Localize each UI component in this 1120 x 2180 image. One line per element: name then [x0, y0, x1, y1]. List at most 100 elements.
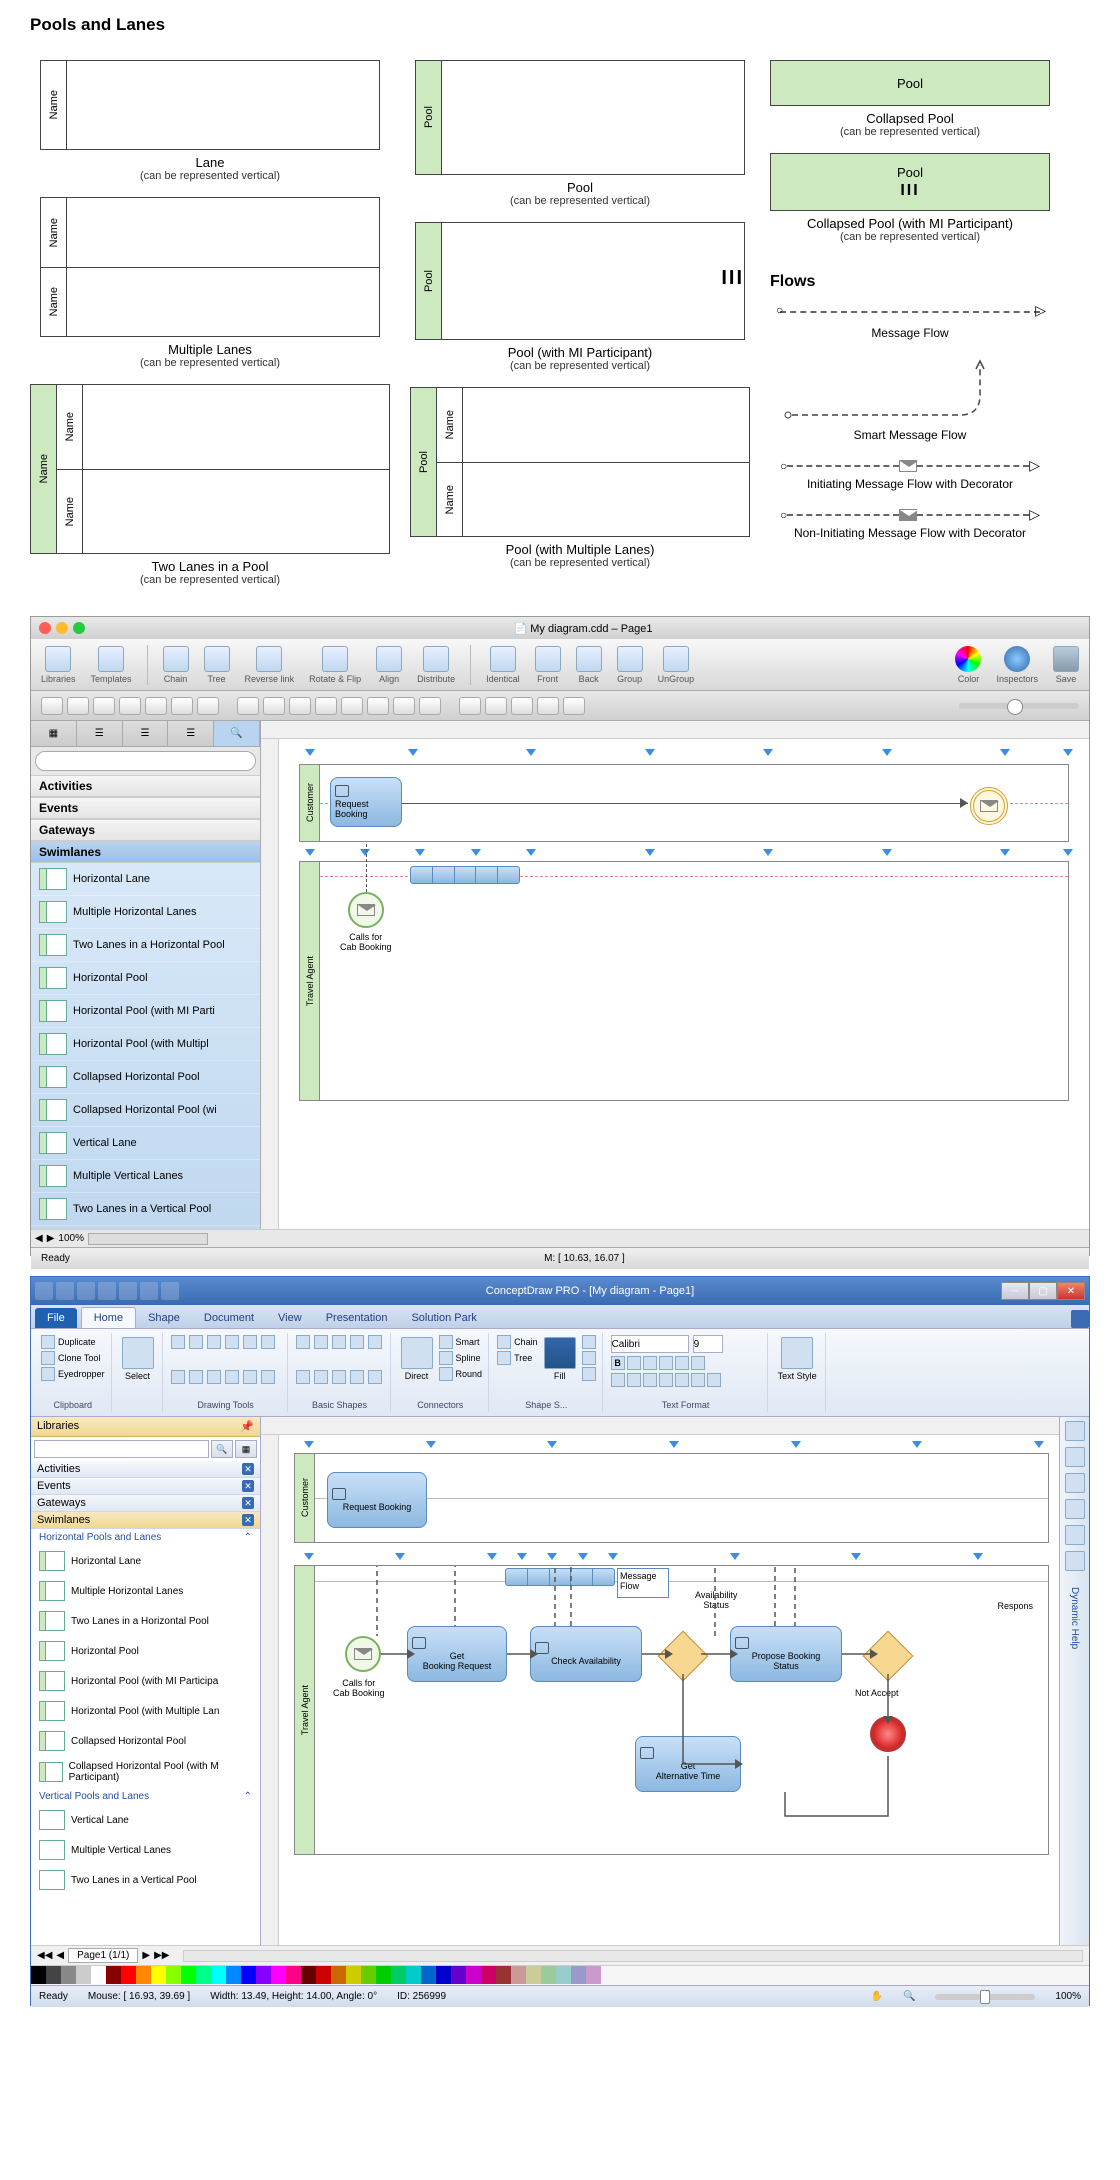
- sidebar-tab[interactable]: ☰: [168, 721, 214, 746]
- mac-canvas[interactable]: Customer Request Booking: [261, 721, 1089, 1229]
- color-swatch[interactable]: [286, 1966, 301, 1984]
- category-activities[interactable]: Activities✕: [31, 1461, 260, 1478]
- subcat-horizontal[interactable]: Horizontal Pools and Lanes⌃: [31, 1529, 260, 1546]
- rightbar-icon[interactable]: [1065, 1499, 1085, 1519]
- color-swatch[interactable]: [106, 1966, 121, 1984]
- toolbar-libraries[interactable]: Libraries: [41, 646, 76, 684]
- color-swatch[interactable]: [256, 1966, 271, 1984]
- align-btn[interactable]: [691, 1373, 705, 1387]
- page-next[interactable]: ▶: [142, 1950, 150, 1961]
- toolbar-identical[interactable]: Identical: [486, 646, 520, 684]
- task-request-booking[interactable]: Request Booking: [330, 777, 402, 827]
- maximize-button[interactable]: ▢: [1029, 1282, 1057, 1300]
- color-swatch[interactable]: [151, 1966, 166, 1984]
- align-btn[interactable]: [611, 1373, 625, 1387]
- start-event-call[interactable]: [345, 1636, 381, 1672]
- align-btn[interactable]: [659, 1373, 673, 1387]
- sidebar-item[interactable]: Horizontal Pool: [31, 1636, 260, 1666]
- sidebar-search-input[interactable]: [35, 751, 256, 771]
- subtool-rect[interactable]: [459, 697, 481, 715]
- close-button[interactable]: ✕: [1057, 1282, 1085, 1300]
- btn-duplicate[interactable]: Duplicate: [41, 1335, 96, 1349]
- sidebar-item[interactable]: Two Lanes in a Horizontal Pool: [31, 1606, 260, 1636]
- tab-solution-park[interactable]: Solution Park: [399, 1308, 488, 1328]
- color-swatch[interactable]: [196, 1966, 211, 1984]
- subtool-btn[interactable]: [171, 697, 193, 715]
- color-swatch[interactable]: [31, 1966, 46, 1984]
- subtool-btn[interactable]: [197, 697, 219, 715]
- toolbar-save[interactable]: Save: [1053, 646, 1079, 684]
- hand-icon[interactable]: ✋: [871, 1991, 883, 2002]
- style-btn[interactable]: [582, 1367, 596, 1381]
- align-btn[interactable]: [707, 1373, 721, 1387]
- subtool-btn[interactable]: [263, 697, 285, 715]
- shape-tool[interactable]: [332, 1335, 346, 1349]
- subtool-btn[interactable]: [145, 697, 167, 715]
- search-button[interactable]: 🔍: [211, 1440, 233, 1458]
- page-prev[interactable]: ◀: [56, 1950, 64, 1961]
- sidebar-search-input[interactable]: [34, 1440, 209, 1458]
- color-swatch[interactable]: [481, 1966, 496, 1984]
- page-last[interactable]: ▶▶: [154, 1950, 169, 1961]
- shape-tool[interactable]: [350, 1335, 364, 1349]
- page-indicator[interactable]: Page1 (1/1): [68, 1948, 138, 1963]
- sidebar-item[interactable]: Horizontal Pool: [31, 962, 260, 995]
- minimize-button[interactable]: ─: [1001, 1282, 1029, 1300]
- hscrollbar[interactable]: [183, 1950, 1083, 1962]
- subtool-pointer[interactable]: [41, 697, 63, 715]
- btn-select[interactable]: Select: [120, 1335, 156, 1383]
- shape-tool[interactable]: [368, 1370, 382, 1384]
- subtool-btn[interactable]: [315, 697, 337, 715]
- swimlane-customer[interactable]: Customer Request Booking: [294, 1453, 1049, 1543]
- color-swatch[interactable]: [211, 1966, 226, 1984]
- bold-btn[interactable]: B: [611, 1356, 625, 1370]
- swimlane-customer[interactable]: Customer Request Booking: [299, 764, 1069, 842]
- sidebar-item[interactable]: Multiple Horizontal Lanes: [31, 896, 260, 929]
- close-icon[interactable]: ✕: [242, 1463, 254, 1475]
- swimlane-travel-agent[interactable]: Travel Agent Calls for Cab Booking: [299, 861, 1069, 1101]
- color-swatch[interactable]: [361, 1966, 376, 1984]
- drawing-tool[interactable]: [225, 1335, 239, 1349]
- task-get-alternative[interactable]: Get Alternative Time: [635, 1736, 741, 1792]
- drawing-tool[interactable]: [225, 1370, 239, 1384]
- end-event[interactable]: [870, 1716, 906, 1752]
- style-btn[interactable]: [582, 1335, 596, 1349]
- sidebar-item[interactable]: Collapsed Horizontal Pool: [31, 1061, 260, 1094]
- category-swimlanes[interactable]: Swimlanes✕: [31, 1512, 260, 1529]
- toolbar-rotate-flip[interactable]: Rotate & Flip: [309, 646, 361, 684]
- qat-btn[interactable]: [98, 1282, 116, 1300]
- color-swatch[interactable]: [526, 1966, 541, 1984]
- drawing-tool[interactable]: [261, 1335, 275, 1349]
- sidebar-item[interactable]: Two Lanes in a Horizontal Pool: [31, 929, 260, 962]
- close-icon[interactable]: ✕: [242, 1514, 254, 1526]
- gateway-response[interactable]: [863, 1631, 914, 1682]
- rightbar-icon[interactable]: [1065, 1473, 1085, 1493]
- sidebar-item[interactable]: Horizontal Lane: [31, 1546, 260, 1576]
- color-swatch[interactable]: [511, 1966, 526, 1984]
- zoom-out-icon[interactable]: 🔍: [903, 1991, 915, 2002]
- toolbar-align[interactable]: Align: [376, 646, 402, 684]
- btn-spline[interactable]: Spline: [439, 1351, 483, 1365]
- sidebar-item[interactable]: Horizontal Pool (with MI Participa: [31, 1666, 260, 1696]
- sidebar-item[interactable]: Horizontal Pool (with Multiple Lan: [31, 1696, 260, 1726]
- subtool-btn[interactable]: [537, 697, 559, 715]
- btn-tree[interactable]: Tree: [497, 1351, 538, 1365]
- style-btn[interactable]: [582, 1351, 596, 1365]
- tab-home[interactable]: Home: [81, 1307, 136, 1328]
- color-swatch[interactable]: [586, 1966, 601, 1984]
- color-swatch[interactable]: [91, 1966, 106, 1984]
- sidebar-tab[interactable]: ☰: [123, 721, 169, 746]
- zoom-slider[interactable]: [935, 1994, 1035, 2000]
- sidebar-item[interactable]: Collapsed Horizontal Pool: [31, 1726, 260, 1756]
- qat-btn[interactable]: [119, 1282, 137, 1300]
- swimlane-travel-agent[interactable]: Travel Agent Message Flow Availability S…: [294, 1565, 1049, 1855]
- pin-icon[interactable]: 📌: [240, 1420, 254, 1433]
- color-swatch[interactable]: [436, 1966, 451, 1984]
- color-swatch[interactable]: [376, 1966, 391, 1984]
- drawing-tool[interactable]: [243, 1335, 257, 1349]
- gateway-availability[interactable]: [658, 1631, 709, 1682]
- category-gateways[interactable]: Gateways: [31, 819, 260, 841]
- close-icon[interactable]: ✕: [242, 1480, 254, 1492]
- color-swatch[interactable]: [496, 1966, 511, 1984]
- tab-presentation[interactable]: Presentation: [314, 1308, 400, 1328]
